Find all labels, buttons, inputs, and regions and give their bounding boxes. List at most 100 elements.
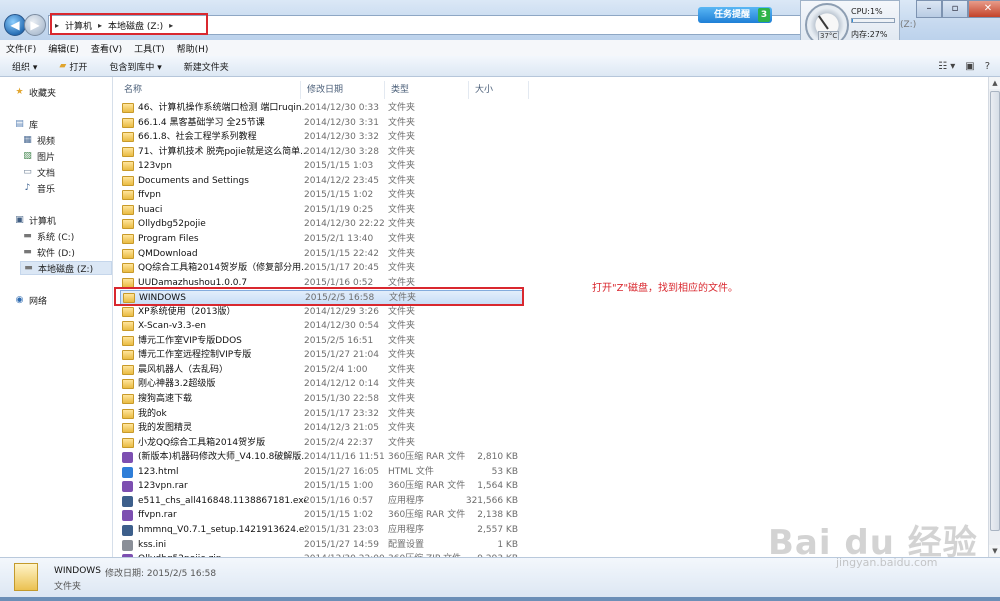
file-size: 53 KB [491,466,518,477]
library-icon: ▤ [15,119,24,129]
drive-icon: ▬ [23,231,32,241]
file-row[interactable]: X-Scan-v3.3-en 2014/12/30 0:54 文件夹 [120,319,524,334]
column-header-name[interactable]: 名称 [118,81,301,99]
column-header-date[interactable]: 修改日期 [301,81,385,99]
file-date: 2015/1/16 0:57 [304,495,374,506]
vertical-scrollbar[interactable]: ▲ ▼ [988,77,1000,557]
menu-help[interactable]: 帮助(H) [177,42,209,55]
preview-pane-icon[interactable]: ▣ [965,61,974,72]
include-library-button[interactable]: 包含到库中 ▾ [109,60,161,73]
music-icon: ♪ [24,183,31,193]
view-options-icon[interactable]: ☷ ▾ [938,61,955,72]
back-button[interactable]: ◀ [4,14,26,36]
open-button[interactable]: ▰ 打开 [59,60,87,73]
file-row[interactable]: 123vpn 2015/1/15 1:03 文件夹 [120,159,524,174]
exe-file-icon [122,524,133,536]
file-row[interactable]: 我的发图精灵 2014/12/3 21:05 文件夹 [120,421,524,436]
file-row[interactable]: 晨风机器人（去乱码） 2015/2/4 1:00 文件夹 [120,363,524,378]
file-type: 文件夹 [388,306,416,317]
folder-icon [122,394,134,404]
file-row[interactable]: 66.1.8、社会工程学系列教程 2014/12/30 3:32 文件夹 [120,130,524,145]
file-row[interactable]: Ollydbg52pojie 2014/12/30 22:22 文件夹 [120,217,524,232]
task-reminder-badge[interactable]: 任务提醒 3 [698,7,772,23]
sidebar-item-network[interactable]: ◉ 网络 [14,293,127,307]
file-date: 2015/1/15 22:42 [304,248,379,259]
file-row[interactable]: Program Files 2015/2/1 13:40 文件夹 [120,232,524,247]
file-row[interactable]: ffvpn.rar 2015/1/15 1:02 360压缩 RAR 文件 2,138… [120,508,524,523]
menu-tools[interactable]: 工具(T) [134,42,165,55]
sidebar-item-computer[interactable]: ▣ 计算机 [14,213,127,227]
file-name: Program Files [138,233,199,244]
video-icon: ▦ [23,135,32,145]
sidebar-item-label: 视频 [37,136,56,147]
file-type: 文件夹 [388,263,416,274]
file-row[interactable]: e511_chs_all416848.1138867181.exe 2015/1/… [120,494,524,509]
folder-icon [14,563,38,591]
details-type: 文件夹 [54,582,82,592]
file-type: 文件夹 [388,408,416,419]
file-row[interactable]: ffvpn 2015/1/15 1:02 文件夹 [120,188,524,203]
file-row[interactable]: Documents and Settings 2014/12/2 23:45 文件夹 [120,174,524,189]
close-icon[interactable]: ✕ [968,0,1000,18]
file-row[interactable]: QQ综合工具箱2014贺岁版（修复部分用... 2015/1/17 20:45 文件… [120,261,524,276]
minimize-icon[interactable]: – [916,0,942,18]
file-type: 360压缩 RAR 文件 [388,452,466,463]
file-row[interactable]: QMDownload 2015/1/15 22:42 文件夹 [120,247,524,262]
file-date: 2015/1/15 1:00 [304,481,374,492]
column-header-type[interactable]: 类型 [385,81,469,99]
sidebar-item-favorites[interactable]: ★ 收藏夹 [14,85,127,99]
file-date: 2014/12/30 0:33 [304,103,379,113]
sidebar-item-drive-z[interactable]: ▬ 本地磁盘 (Z:) [20,261,112,275]
file-row[interactable]: 123.html 2015/1/27 16:05 HTML 文件 53 KB [120,465,524,480]
menu-file[interactable]: 文件(F) [6,42,36,55]
scroll-up-icon[interactable]: ▲ [989,77,1000,89]
file-row[interactable]: 博元工作室VIP专版DDOS 2015/2/5 16:51 文件夹 [120,334,524,349]
file-name: ffvpn [138,190,161,201]
file-row[interactable]: 46、计算机操作系统端口检测 端口ruqin... 2014/12/30 0:33… [120,101,524,116]
file-row[interactable]: 刚心神器3.2超级版 2014/12/12 0:14 文件夹 [120,377,524,392]
folder-icon [122,423,134,434]
file-row[interactable]: 小龙QQ综合工具箱2014贺岁版 2015/2/4 22:37 文件夹 [120,436,524,451]
sidebar-item-library[interactable]: ▤ 库 [14,117,127,131]
file-type: 文件夹 [388,321,416,332]
file-size: 321,566 KB [465,495,518,506]
file-row[interactable]: XP系统使用（2013版） 2014/12/29 3:26 文件夹 [120,305,524,320]
maximize-icon[interactable]: ▫ [942,0,968,18]
file-type: 文件夹 [388,175,416,186]
menu-edit[interactable]: 编辑(E) [48,42,79,55]
organize-button[interactable]: 组织 ▾ [12,60,37,73]
scroll-down-icon[interactable]: ▼ [989,545,1000,557]
open-label: 打开 [69,62,88,73]
file-date: 2015/1/27 14:59 [304,539,379,550]
file-name: huaci [138,204,163,215]
help-icon[interactable]: ? [985,61,990,72]
folder-icon [122,233,134,244]
file-row[interactable]: 71、计算机技术 脱壳pojie就是这么简单... 2014/12/30 3:28… [120,145,524,160]
file-row[interactable]: huaci 2015/1/19 0:25 文件夹 [120,203,524,218]
file-type: 文件夹 [388,364,416,375]
file-name: X-Scan-v3.3-en [138,321,206,332]
file-row[interactable]: 66.1.4 黑客基础学习 全25节课 2014/12/30 3:31 文件夹 [120,116,524,131]
file-row[interactable]: kss.ini 2015/1/27 14:59 配置设置 1 KB [120,538,524,553]
file-row[interactable]: (新版本)机器码修改大师_V4.10.8破解版... 2014/11/16 11:… [120,450,524,465]
file-row[interactable]: 博元工作室远程控制VIP专版 2015/1/27 21:04 文件夹 [120,348,524,363]
folder-icon [122,379,134,390]
file-row[interactable]: 搜狗高速下载 2015/1/30 22:58 文件夹 [120,392,524,407]
gauge-needle [818,15,829,30]
scroll-thumb[interactable] [990,91,1000,531]
sidebar-item-label: 图片 [37,152,56,163]
file-size: 2,557 KB [477,524,518,535]
file-date: 2015/1/17 23:32 [304,408,379,419]
file-row[interactable]: hmmnq_V0.7.1_setup.1421913624.exe 2015/1/… [120,523,524,538]
folder-icon [122,161,134,172]
forward-button[interactable]: ▶ [24,14,46,36]
folder-icon [122,350,134,361]
file-row[interactable]: 123vpn.rar 2015/1/15 1:00 360压缩 RAR 文件 1,56… [120,479,524,494]
column-header-size[interactable]: 大小 [469,81,529,99]
file-row[interactable]: 我的ok 2015/1/17 23:32 文件夹 [120,407,524,422]
new-folder-button[interactable]: 新建文件夹 [184,60,229,73]
menu-view[interactable]: 查看(V) [91,42,122,55]
file-type: 文件夹 [388,219,416,230]
address-highlight-box [50,13,208,35]
file-type: 文件夹 [388,146,416,157]
